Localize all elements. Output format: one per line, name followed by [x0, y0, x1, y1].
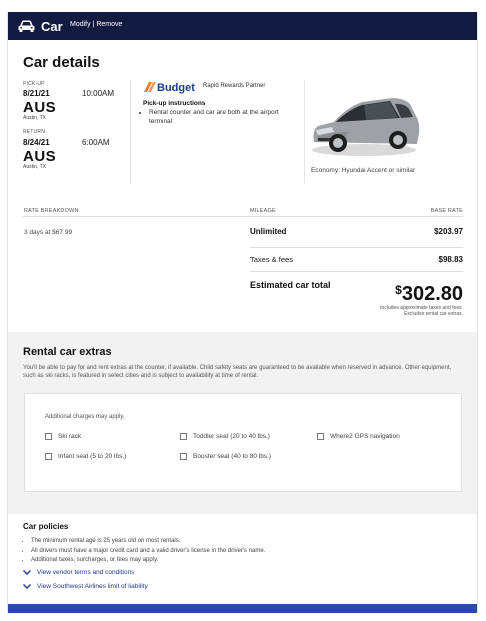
car-policies-title: Car policies [23, 522, 69, 531]
estimated-total: $302.80 [395, 283, 463, 306]
pickup-airport-code: AUS [23, 99, 57, 116]
total-note: Includes approximate taxes and fees. Exc… [380, 305, 463, 317]
mileage-value: Unlimited [250, 227, 287, 236]
remove-link[interactable]: Remove [96, 21, 122, 28]
pickup-instructions-title: Pick-up instructions [143, 100, 206, 107]
header-title: Car [41, 19, 63, 34]
extras-description: You'll be able to pay for and rent extra… [23, 365, 452, 379]
option-label: Ski rack [58, 433, 82, 440]
policy-item: Additional taxes, surcharges, or fees ma… [31, 556, 461, 566]
checkbox[interactable] [180, 453, 187, 460]
divider [250, 247, 463, 248]
chevron-down-icon [23, 584, 31, 589]
car-policies-list: The minimum rental age is 25 years old o… [21, 537, 461, 566]
divider [250, 271, 463, 272]
total-dollar-sign: $ [395, 283, 402, 297]
pickup-label: PICK-UP [23, 81, 45, 87]
rate-breakdown-header: RATE BREAKDOWN [24, 208, 79, 214]
car-icon [18, 20, 35, 32]
option-label: Where2 GPS navigation [330, 433, 400, 440]
mileage-header: MILEAGE [250, 208, 276, 214]
header-bar: Car Modify | Remove [8, 12, 477, 40]
modify-link[interactable]: Modify [70, 21, 91, 28]
infant-seat-option[interactable]: Infant seat (5 to 20 lbs.) [45, 453, 126, 460]
pickup-city: Austin, TX [23, 115, 46, 121]
footer-bar [8, 604, 477, 613]
checkbox[interactable] [317, 433, 324, 440]
checkbox[interactable] [45, 433, 52, 440]
base-rate-value: $203.97 [434, 227, 463, 236]
extras-note: Additional charges may apply. [45, 414, 125, 420]
extras-options-box: Additional charges may apply. Ski rack T… [24, 393, 462, 492]
option-label: Booster seat (40 to 80 lbs.) [193, 453, 272, 460]
car-image [312, 98, 420, 156]
return-time: 6:00AM [82, 138, 110, 147]
page-title: Car details [23, 54, 100, 71]
divider [23, 216, 463, 217]
return-airport-code: AUS [23, 148, 57, 165]
chevron-down-icon [23, 570, 31, 575]
option-label: Toddler seat (20 to 40 lbs.) [193, 433, 270, 440]
return-label: RETURN [23, 129, 46, 135]
taxes-label: Taxes & fees [250, 255, 293, 264]
pickup-instruction-item: Rental counter and car are both at the a… [149, 109, 279, 126]
ski-rack-option[interactable]: Ski rack [45, 433, 81, 440]
pickup-instructions-list: Rental counter and car are both at the a… [139, 109, 279, 126]
booster-seat-option[interactable]: Booster seat (40 to 80 lbs.) [180, 453, 271, 460]
total-amount: 302.80 [401, 283, 463, 305]
divider [130, 80, 131, 184]
car-class-description: Economy: Hyundai Accent or similar [311, 167, 416, 174]
vendor-terms-link[interactable]: View vendor terms and conditions [23, 569, 134, 576]
rental-extras-section: Rental car extras You'll be able to pay … [8, 332, 477, 514]
header-links: Modify | Remove [70, 21, 122, 28]
liability-link[interactable]: View Southwest Airlines limit of liabili… [23, 583, 148, 590]
extras-title: Rental car extras [23, 346, 112, 358]
budget-logo: Budget [144, 82, 195, 94]
svg-text:Budget: Budget [157, 82, 195, 94]
pickup-date: 8/21/21 [23, 89, 50, 98]
link-label: View vendor terms and conditions [37, 569, 135, 576]
base-rate-header: BASE RATE [430, 208, 463, 214]
total-label: Estimated car total [250, 280, 331, 290]
pickup-time: 10:00AM [82, 89, 115, 98]
option-label: Infant seat (5 to 20 lbs.) [58, 453, 127, 460]
link-label: View Southwest Airlines limit of liabili… [37, 583, 148, 590]
checkbox[interactable] [45, 453, 52, 460]
rapid-rewards-partner: Rapid Rewards Partner [203, 83, 266, 89]
return-date: 8/24/21 [23, 138, 50, 147]
gps-option[interactable]: Where2 GPS navigation [317, 433, 400, 440]
taxes-value: $98.83 [438, 255, 463, 264]
return-city: Austin, TX [23, 164, 46, 170]
policy-item: The minimum rental age is 25 years old o… [31, 537, 461, 547]
toddler-seat-option[interactable]: Toddler seat (20 to 40 lbs.) [180, 433, 270, 440]
checkbox[interactable] [180, 433, 187, 440]
car-details-page: Car Modify | Remove Car details PICK-UP … [7, 12, 478, 613]
rental-days-rate: 3 days at $67.99 [24, 229, 73, 236]
policy-item: All drivers must have a major credit car… [31, 547, 461, 557]
